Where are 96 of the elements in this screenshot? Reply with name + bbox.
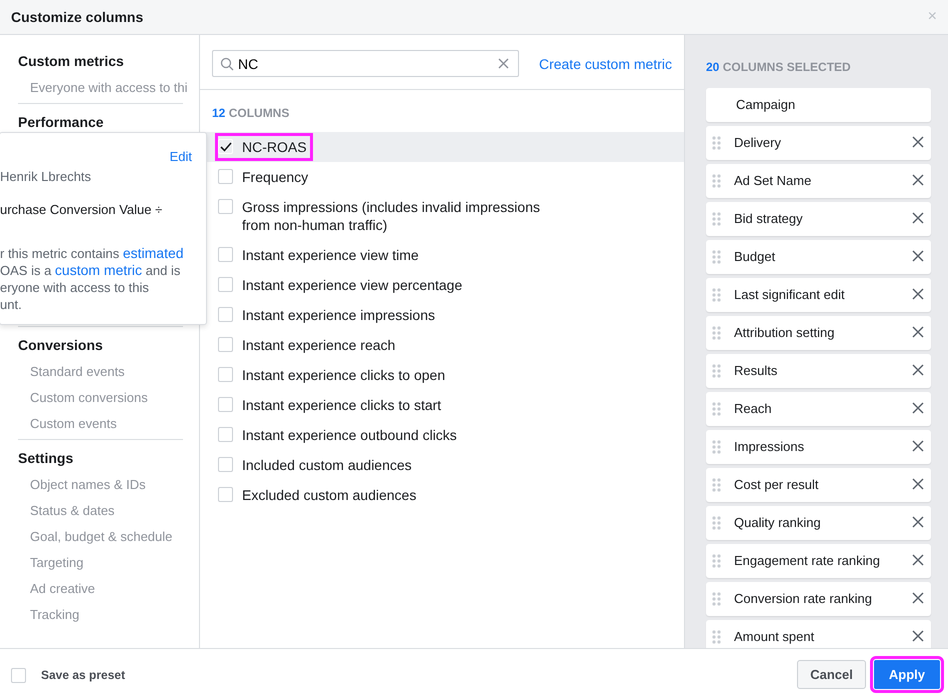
remove-icon[interactable] — [912, 174, 926, 188]
selected-column: Reach — [706, 392, 931, 426]
sidebar-item[interactable]: Targeting — [18, 550, 199, 576]
selected-column: Amount spent — [706, 620, 931, 648]
drag-handle-icon[interactable] — [712, 478, 721, 492]
drag-handle-icon[interactable] — [712, 402, 721, 416]
save-preset-label: Save as preset — [41, 666, 126, 684]
checkbox[interactable] — [218, 199, 233, 214]
tooltip-note: r this metric contains estimated OAS is a custom metric and is eryone with access to this unt. — [0, 244, 185, 312]
drag-handle-icon[interactable] — [712, 364, 721, 378]
selected-column: Last significant edit — [706, 278, 931, 312]
section-heading: Performance — [18, 113, 105, 132]
columns-count: 12 COLUMNS — [212, 106, 290, 120]
column-option[interactable]: Instant experience view time — [200, 240, 684, 270]
section-heading: Custom metrics — [18, 52, 125, 71]
remove-icon[interactable] — [912, 554, 926, 568]
sidebar-item[interactable]: Custom conversions — [18, 385, 199, 411]
selected-column: Delivery — [706, 126, 931, 160]
drag-handle-icon[interactable] — [712, 174, 721, 188]
column-option[interactable]: Instant experience clicks to start — [200, 390, 684, 420]
remove-icon[interactable] — [912, 592, 926, 606]
drag-handle-icon[interactable] — [712, 592, 721, 606]
selected-column: Ad Set Name — [706, 164, 931, 198]
search-field[interactable]: NC — [212, 50, 519, 77]
column-option[interactable]: Instant experience clicks to open — [200, 360, 684, 390]
drag-handle-icon[interactable] — [712, 136, 721, 150]
text-link[interactable]: estimated — [122, 244, 184, 260]
sidebar-item[interactable]: Ad creative — [18, 576, 199, 602]
sidebar-item[interactable]: Status & dates — [18, 498, 199, 524]
text-link[interactable]: custom metric — [54, 262, 142, 278]
column-option[interactable]: Frequency — [200, 162, 684, 192]
sidebar-item[interactable]: Everyone with access to thi — [18, 75, 199, 101]
column-option[interactable]: Instant experience impressions — [200, 300, 684, 330]
section-heading: Settings — [18, 449, 74, 468]
selected-column: Engagement rate ranking — [706, 544, 931, 578]
selected-column: Cost per result — [706, 468, 931, 502]
drag-handle-icon[interactable] — [712, 212, 721, 226]
checkbox[interactable] — [218, 367, 233, 382]
remove-icon[interactable] — [912, 250, 926, 264]
remove-icon[interactable] — [912, 288, 926, 302]
remove-icon[interactable] — [912, 364, 926, 378]
checkbox[interactable] — [11, 668, 26, 682]
checkbox[interactable] — [218, 457, 233, 472]
drag-handle-icon[interactable] — [712, 554, 721, 568]
remove-icon[interactable] — [912, 402, 926, 416]
selected-column: Impressions — [706, 430, 931, 464]
selected-column: Results — [706, 354, 931, 388]
selected-count: 20 COLUMNS SELECTED — [706, 60, 851, 74]
column-option[interactable]: Instant experience outbound clicks — [200, 420, 684, 450]
edit-link[interactable]: Edit — [170, 147, 192, 166]
selected-column: Quality ranking — [706, 506, 931, 540]
remove-icon[interactable] — [912, 136, 926, 150]
remove-icon[interactable] — [912, 630, 926, 644]
remove-icon[interactable] — [912, 478, 926, 492]
drag-handle-icon[interactable] — [712, 516, 721, 530]
remove-icon[interactable] — [912, 212, 926, 226]
checkbox[interactable] — [218, 307, 233, 322]
clear-icon[interactable] — [498, 58, 509, 69]
checkbox[interactable] — [218, 487, 233, 502]
remove-icon[interactable] — [912, 516, 926, 530]
sidebar-item[interactable]: Object names & IDs — [18, 472, 199, 498]
checkbox[interactable] — [218, 337, 233, 352]
sidebar-item[interactable]: Standard events — [18, 359, 199, 385]
checkbox[interactable] — [218, 427, 233, 442]
drag-handle-icon[interactable] — [712, 630, 721, 644]
drag-handle-icon[interactable] — [712, 326, 721, 340]
author-name: Henrik Lbrechts — [0, 168, 92, 186]
highlight-frame: NC-ROAS — [218, 136, 310, 158]
column-option[interactable]: Instant experience view percentage — [200, 270, 684, 300]
drag-handle-icon[interactable] — [712, 288, 721, 302]
selected-column: Attribution setting — [706, 316, 931, 350]
selected-column: Bid strategy — [706, 202, 931, 236]
formula-text: urchase Conversion Value ÷ — [0, 201, 164, 219]
section-heading: Conversions — [18, 336, 104, 355]
column-option[interactable]: Gross impressions (includes invalid impressions from non-human traffic) — [200, 192, 684, 240]
selected-column: Budget — [706, 240, 931, 274]
create-metric-link[interactable]: Create custom metric — [538, 54, 672, 75]
remove-icon[interactable] — [912, 326, 926, 340]
selected-column: Campaign — [706, 88, 931, 122]
column-option[interactable]: Included custom audiences — [200, 450, 684, 480]
column-option[interactable]: Excluded custom audiences — [200, 480, 684, 510]
search-icon — [220, 57, 234, 71]
selected-column: Conversion rate ranking — [706, 582, 931, 616]
sidebar-item[interactable]: Custom events — [18, 411, 199, 437]
checkbox[interactable] — [218, 247, 233, 262]
drag-handle-icon[interactable] — [712, 250, 721, 264]
drag-handle-icon[interactable] — [712, 440, 721, 454]
cancel-button[interactable]: Cancel — [797, 660, 866, 689]
sidebar-item[interactable]: Goal, budget & schedule — [18, 524, 199, 550]
remove-icon[interactable] — [912, 440, 926, 454]
checkbox[interactable] — [218, 397, 233, 412]
sidebar-item[interactable]: Tracking — [18, 602, 199, 628]
checkbox[interactable] — [218, 169, 233, 184]
dialog-title: Customize columns — [11, 8, 144, 26]
checkbox[interactable] — [218, 277, 233, 292]
column-option[interactable]: Instant experience reach — [200, 330, 684, 360]
